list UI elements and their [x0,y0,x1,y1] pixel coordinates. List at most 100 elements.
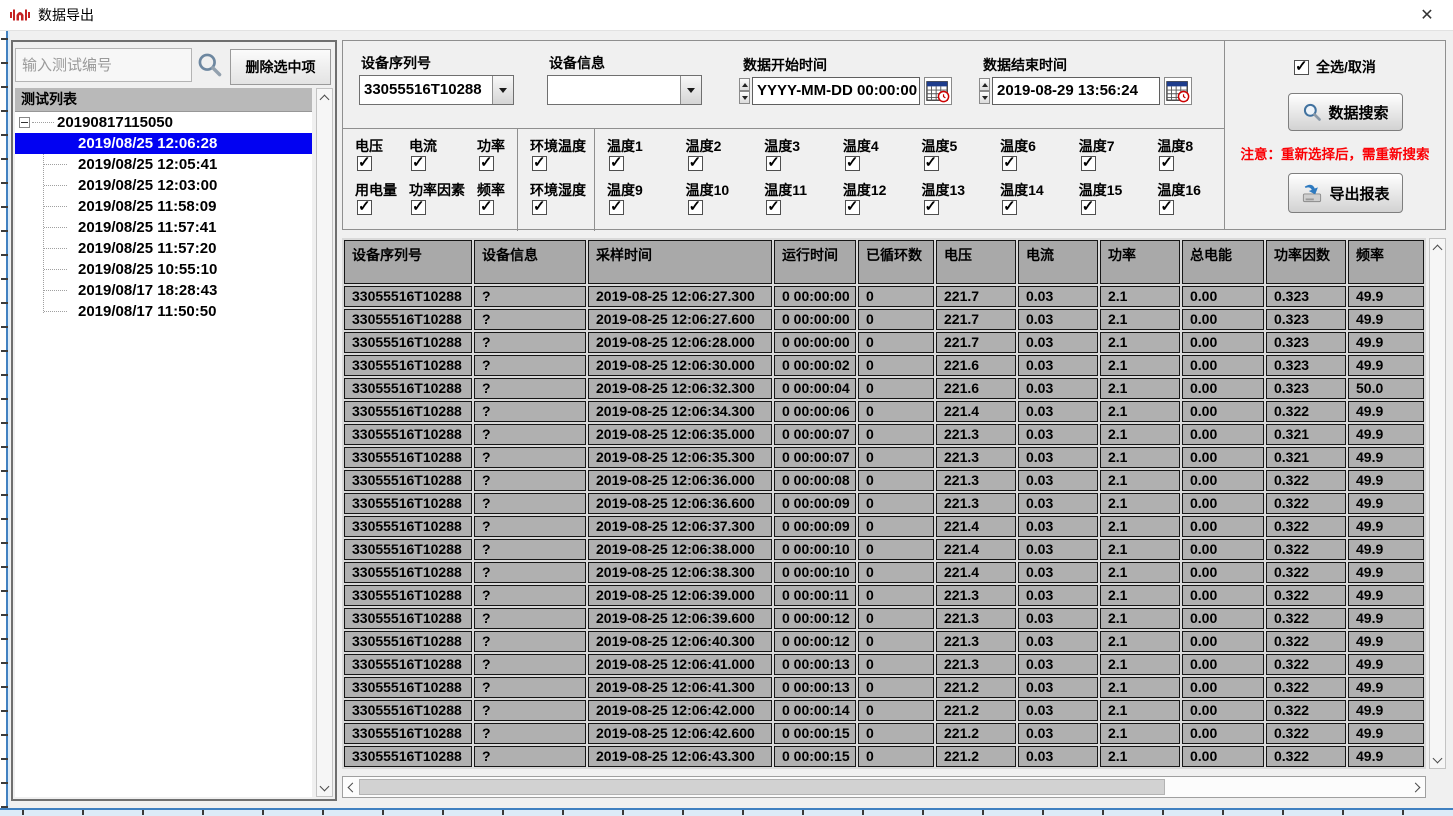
tree-root-item[interactable]: 20190817115050 [15,112,312,133]
tree-item[interactable]: 2019/08/25 12:05:41 [15,154,312,175]
tree-item[interactable]: 2019/08/25 12:06:28 [15,133,312,154]
spin-down-icon[interactable] [739,91,750,104]
checkbox-用电量[interactable] [357,200,372,215]
scroll-down-icon[interactable] [1430,752,1445,767]
tree-item-label: 2019/08/25 11:58:09 [78,198,216,215]
table-cell: 0.03 [1018,585,1098,606]
table-cell: 33055516T10288 [344,700,472,721]
scroll-down-icon[interactable] [317,780,332,795]
checkbox-电流[interactable] [411,156,426,171]
scroll-up-icon[interactable] [317,90,332,105]
table-cell: 0.321 [1266,424,1346,445]
table-cell: 221.3 [936,654,1016,675]
checkbox-温度2[interactable] [688,156,703,171]
checkbox-频率[interactable] [479,200,494,215]
checkbox-温度15[interactable] [1081,200,1096,215]
scroll-left-icon[interactable] [343,777,359,797]
table-cell: 2.1 [1100,286,1180,307]
checkbox-group: 环境温度环境湿度 [518,129,594,231]
checkbox-功率[interactable] [479,156,494,171]
table-cell: 221.7 [936,309,1016,330]
device-info-label: 设备信息 [549,53,605,73]
checkbox-电压[interactable] [357,156,372,171]
device-info-combo[interactable] [547,75,702,105]
table-cell: 2019-08-25 12:06:35.300 [588,447,772,468]
checkbox-温度6[interactable] [1002,156,1017,171]
table-cell: 0.00 [1182,355,1264,376]
checkbox-温度11[interactable] [766,200,781,215]
calendar-button[interactable] [1164,77,1192,105]
checkbox-环境湿度[interactable] [532,200,547,215]
checkbox-group: 温度1温度9温度2温度10温度3温度11温度4温度12温度5温度13温度6温度1… [595,129,1224,231]
tree-item[interactable]: 2019/08/25 10:55:10 [15,259,312,280]
tree-item[interactable]: 2019/08/25 11:57:41 [15,217,312,238]
chevron-down-icon[interactable] [680,76,701,104]
delete-selected-button[interactable]: 删除选中项 [230,49,331,85]
tree-item[interactable]: 2019/08/17 11:50:50 [15,301,312,322]
table-cell: 0 [858,332,934,353]
spin-up-icon[interactable] [979,78,990,91]
checkbox-温度14[interactable] [1002,200,1017,215]
table-cell: 0 [858,608,934,629]
table-cell: 0 [858,470,934,491]
table-cell: 0.322 [1266,539,1346,560]
checkbox-温度10[interactable] [688,200,703,215]
tree-scrollbar[interactable] [316,88,333,797]
tree-item[interactable]: 2019/08/25 11:57:20 [15,238,312,259]
table-cell: 0.03 [1018,516,1098,537]
scroll-right-icon[interactable] [1409,777,1425,797]
select-all-checkbox[interactable] [1294,60,1309,75]
table-cell: 0 00:00:15 [774,723,856,744]
search-input[interactable] [15,48,192,82]
checkbox-环境温度[interactable] [532,156,547,171]
table-cell: 49.9 [1348,539,1424,560]
checkbox-温度13[interactable] [924,200,939,215]
calendar-button[interactable] [924,77,952,105]
chevron-down-icon[interactable] [492,76,513,104]
table-cell: 0.00 [1182,539,1264,560]
data-search-button[interactable]: 数据搜索 [1288,93,1403,131]
table-vertical-scrollbar[interactable] [1429,238,1446,769]
table-cell: 0.322 [1266,677,1346,698]
checkbox-温度16[interactable] [1159,200,1174,215]
table-cell: 2019-08-25 12:06:27.300 [588,286,772,307]
spin-up-icon[interactable] [739,78,750,91]
tree-item[interactable]: 2019/08/17 18:28:43 [15,280,312,301]
spin-down-icon[interactable] [979,91,990,104]
table-cell: 0.322 [1266,470,1346,491]
checkbox-温度1[interactable] [609,156,624,171]
table-cell: 0.03 [1018,539,1098,560]
table-cell: 0 00:00:10 [774,539,856,560]
table-cell: 0.323 [1266,332,1346,353]
calendar-icon [926,79,950,103]
table-cell: ? [474,447,586,468]
tree-item[interactable]: 2019/08/25 11:58:09 [15,196,312,217]
scrollbar-thumb[interactable] [359,779,1165,795]
table-cell: ? [474,309,586,330]
export-report-button[interactable]: 导出报表 [1288,173,1403,213]
checkbox-温度4[interactable] [845,156,860,171]
table-row: 33055516T10288?2019-08-25 12:06:36.0000 … [344,470,1424,491]
start-time-input[interactable]: YYYY-MM-DD 00:00:00 [752,77,920,105]
collapse-icon[interactable] [19,117,30,128]
close-icon[interactable]: ✕ [1411,2,1443,28]
checkbox-功率因素[interactable] [411,200,426,215]
table-horizontal-scrollbar[interactable] [342,776,1426,798]
checkbox-温度5[interactable] [924,156,939,171]
end-time-input[interactable]: 2019-08-29 13:56:24 [992,77,1160,105]
app-icon [10,8,30,22]
table-cell: 0.322 [1266,562,1346,583]
checkbox-温度8[interactable] [1159,156,1174,171]
checkbox-温度7[interactable] [1081,156,1096,171]
table-cell: 50.0 [1348,378,1424,399]
table-cell: 2019-08-25 12:06:36.000 [588,470,772,491]
device-serial-combo[interactable]: 33055516T10288 [359,75,514,105]
search-icon[interactable] [196,51,223,78]
table-cell: 49.9 [1348,723,1424,744]
tree-item[interactable]: 2019/08/25 12:03:00 [15,175,312,196]
checkbox-温度3[interactable] [766,156,781,171]
checkbox-温度9[interactable] [609,200,624,215]
table-cell: 0.03 [1018,424,1098,445]
scroll-up-icon[interactable] [1430,240,1445,255]
checkbox-温度12[interactable] [845,200,860,215]
